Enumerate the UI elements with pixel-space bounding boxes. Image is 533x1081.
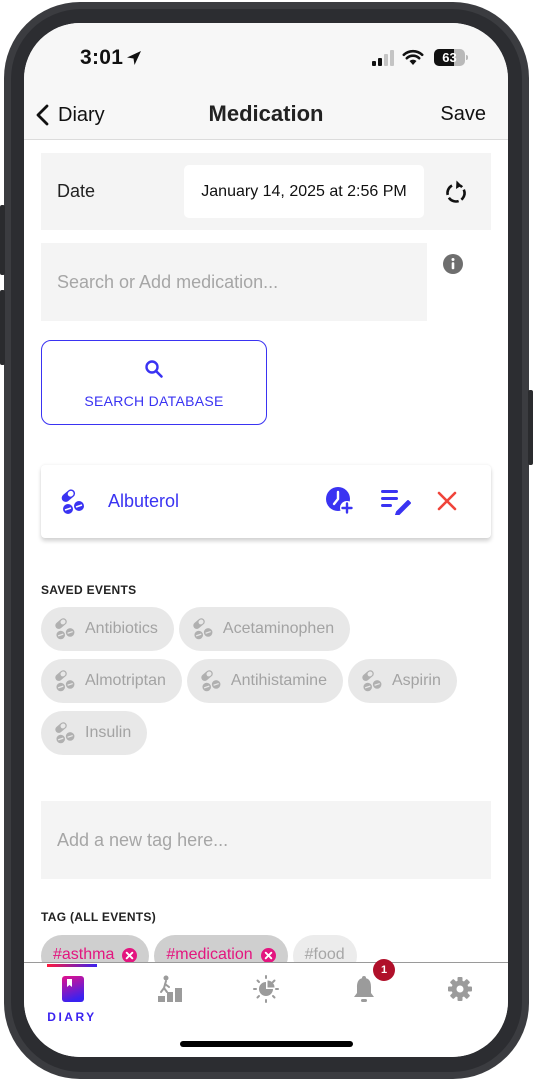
pills-icon: [61, 489, 84, 514]
home-indicator[interactable]: [180, 1041, 353, 1047]
pills-icon: [362, 670, 382, 692]
tag-input[interactable]: [41, 801, 491, 879]
saved-event-chip[interactable]: Aspirin: [347, 659, 457, 703]
search-database-label: SEARCH DATABASE: [84, 393, 224, 409]
battery-icon: 63: [434, 49, 468, 66]
saved-events-heading: SAVED EVENTS: [41, 583, 137, 597]
pills-icon: [193, 618, 213, 640]
medication-search-input[interactable]: [41, 243, 427, 321]
tab-notifications[interactable]: [328, 975, 398, 1035]
date-label: Date: [57, 181, 96, 201]
reset-time-icon[interactable]: [444, 179, 468, 205]
saved-event-label: Acetaminophen: [222, 620, 335, 637]
info-icon[interactable]: [443, 254, 463, 274]
edit-notes-icon[interactable]: [379, 487, 411, 515]
tab-progress[interactable]: [134, 975, 204, 1035]
status-bar: 3:01 63: [24, 23, 508, 91]
volume-up-button: [0, 205, 5, 275]
power-button: [528, 390, 533, 465]
saved-event-label: Antibiotics: [85, 620, 158, 637]
progress-stairs-icon: [158, 975, 182, 1002]
tab-diary[interactable]: DIARY: [37, 975, 107, 1035]
location-arrow-icon: [127, 51, 141, 65]
saved-event-chip[interactable]: Almotriptan: [41, 659, 182, 703]
save-button[interactable]: Save: [440, 103, 486, 126]
date-row: Date January 14, 2025 at 2:56 PM: [41, 153, 491, 230]
diary-book-icon: [62, 976, 84, 1002]
selected-medication-card: Albuterol: [41, 465, 491, 538]
bell-icon: [354, 976, 374, 1002]
remove-medication-icon[interactable]: [436, 490, 458, 512]
tab-settings[interactable]: [424, 975, 494, 1035]
saved-events-list: Antibiotics Acetaminophen Almotriptan An…: [41, 607, 496, 755]
pills-icon: [55, 618, 75, 640]
search-icon: [145, 360, 163, 378]
date-picker[interactable]: January 14, 2025 at 2:56 PM: [184, 165, 424, 218]
saved-event-label: Insulin: [85, 724, 132, 741]
saved-event-chip[interactable]: Insulin: [41, 711, 148, 755]
battery-percent: 63: [442, 50, 457, 65]
volume-down-button: [0, 290, 5, 365]
saved-event-label: Aspirin: [391, 672, 441, 689]
insights-sun-chart-icon: [253, 975, 279, 1003]
pills-icon: [55, 670, 75, 692]
scroll-indicator: [47, 964, 97, 967]
medication-name: Albuterol: [108, 491, 180, 511]
tab-insights[interactable]: [230, 975, 300, 1035]
search-database-button[interactable]: SEARCH DATABASE: [41, 340, 267, 425]
cellular-signal-icon: [372, 50, 394, 66]
add-time-icon[interactable]: [325, 486, 355, 516]
navigation-bar: Diary Medication Save: [24, 91, 508, 140]
remove-tag-icon[interactable]: [260, 948, 276, 963]
page-title: Medication: [208, 101, 324, 126]
saved-event-chip[interactable]: Antibiotics: [41, 607, 174, 651]
screen: 3:01 63 Diary Medication Save Date Janua…: [24, 23, 508, 1057]
status-time: 3:01: [80, 46, 124, 69]
wifi-icon: [402, 49, 424, 65]
remove-tag-icon[interactable]: [122, 948, 138, 963]
saved-event-label: Almotriptan: [85, 672, 166, 689]
tags-heading: TAG (ALL EVENTS): [41, 910, 157, 924]
gear-icon: [448, 977, 472, 1001]
saved-event-label: Antihistamine: [230, 672, 327, 689]
saved-event-chip[interactable]: Acetaminophen: [178, 607, 351, 651]
tab-diary-label: DIARY: [47, 1010, 97, 1024]
notification-badge: 1: [373, 959, 395, 981]
saved-event-chip[interactable]: Antihistamine: [186, 659, 343, 703]
pills-icon: [201, 670, 221, 692]
pills-icon: [55, 722, 75, 744]
